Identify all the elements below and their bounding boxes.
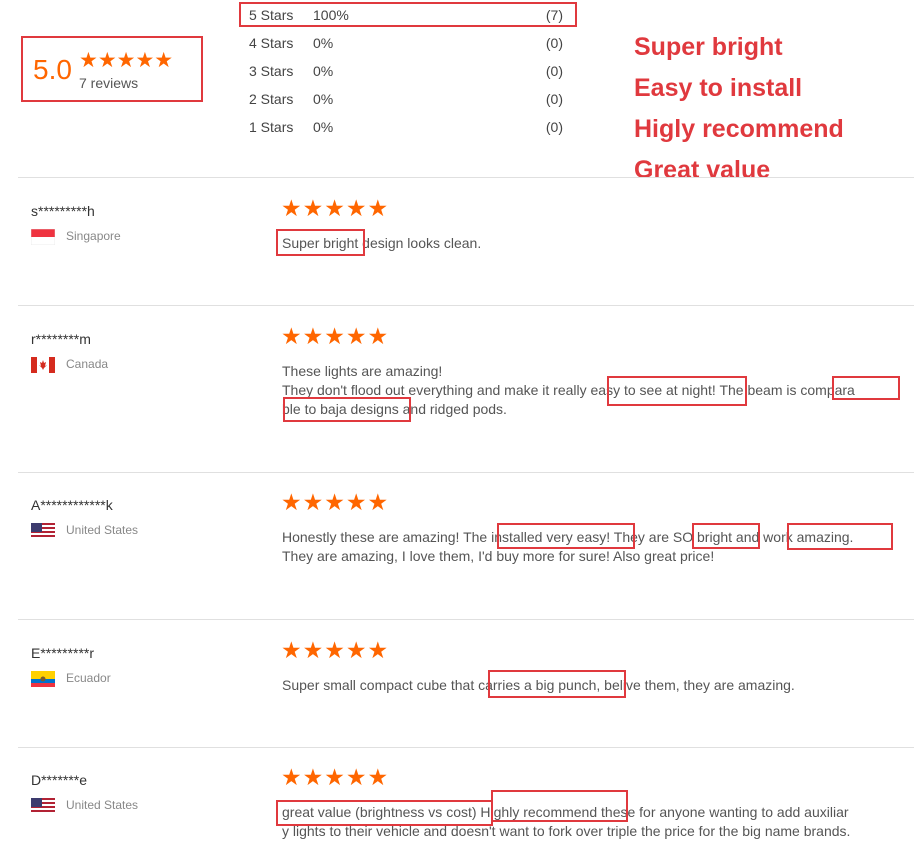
- rating-row-label: 4 Stars: [249, 35, 294, 51]
- annotation-box: [239, 2, 577, 27]
- divider: [18, 177, 914, 178]
- ecuador-flag-icon: [31, 671, 55, 687]
- reviewer-name: E*********r: [31, 645, 95, 661]
- country-name: United States: [66, 798, 139, 812]
- reviewer-name: A************k: [31, 497, 113, 513]
- rating-row-percent: 0%: [313, 91, 334, 107]
- reviews-count: 7 reviews: [79, 75, 139, 91]
- reviewer-name: s*********h: [31, 203, 95, 219]
- rating-row-count: (0): [545, 35, 563, 51]
- rating-row-percent: 0%: [313, 63, 334, 79]
- review-text-line: These lights are amazing!: [282, 363, 443, 379]
- divider: [18, 305, 914, 306]
- divider: [18, 619, 914, 620]
- rating-row-count: (0): [545, 63, 563, 79]
- review-text-line: great value (brightness vs cost) Highly …: [282, 804, 849, 820]
- average-score: 5.0: [33, 54, 72, 85]
- rating-row-label: 3 Stars: [249, 63, 294, 79]
- review-text-line: They don't flood out everything and make…: [282, 382, 855, 398]
- divider: [18, 747, 914, 748]
- rating-row-count: (0): [545, 119, 563, 135]
- review-text-line: y lights to their vehicle and doesn't wa…: [282, 823, 851, 839]
- review-text-line: They are amazing, I love them, I'd buy m…: [282, 548, 715, 564]
- review-stars: ★★★★★: [281, 764, 390, 790]
- highlight-note: Great value: [634, 156, 771, 184]
- rating-row-2[interactable]: 2 Stars 0% (0): [249, 91, 579, 111]
- review-text: These lights are amazing! They don't flo…: [282, 362, 904, 419]
- country-name: Ecuador: [66, 671, 111, 685]
- reviewer-name: r********m: [31, 331, 91, 347]
- summary-stars: ★★★★★: [79, 49, 174, 72]
- review-text: Super bright design looks clean.: [282, 234, 904, 253]
- rating-row-label: 1 Stars: [249, 119, 294, 135]
- country-name: Singapore: [66, 229, 121, 243]
- review-text-line: Honestly these are amazing! The installe…: [282, 529, 854, 545]
- country-name: United States: [66, 523, 139, 537]
- rating-row-percent: 0%: [313, 35, 334, 51]
- highlight-note: Easy to install: [634, 74, 803, 102]
- review-stars: ★★★★★: [281, 323, 390, 349]
- singapore-flag-icon: [31, 229, 55, 245]
- review-text-line: Super bright design looks clean.: [282, 235, 482, 251]
- rating-row-percent: 0%: [313, 119, 334, 135]
- review-text-line: ble to baja designs and ridged pods.: [282, 401, 507, 417]
- reviewer-name: D*******e: [31, 772, 88, 788]
- usa-flag-icon: [31, 798, 55, 814]
- review-stars: ★★★★★: [281, 489, 390, 515]
- rating-row-3[interactable]: 3 Stars 0% (0): [249, 63, 579, 83]
- canada-flag-icon: [31, 357, 55, 373]
- usa-flag-icon: [31, 523, 55, 539]
- rating-row-4[interactable]: 4 Stars 0% (0): [249, 35, 579, 55]
- rating-summary: 5.0 ★★★★★ 7 reviews: [21, 36, 203, 102]
- highlight-note: Higly recommend: [634, 115, 844, 143]
- review-text: great value (brightness vs cost) Highly …: [282, 803, 904, 841]
- rating-row-1[interactable]: 1 Stars 0% (0): [249, 119, 579, 139]
- rating-row-count: (0): [545, 91, 563, 107]
- divider: [18, 472, 914, 473]
- review-stars: ★★★★★: [281, 637, 390, 663]
- highlight-note: Super bright: [634, 33, 783, 61]
- review-text: Super small compact cube that carries a …: [282, 676, 904, 695]
- review-text-line: Super small compact cube that carries a …: [282, 677, 795, 693]
- review-text: Honestly these are amazing! The installe…: [282, 528, 904, 566]
- country-name: Canada: [66, 357, 109, 371]
- review-stars: ★★★★★: [281, 195, 390, 221]
- rating-row-label: 2 Stars: [249, 91, 294, 107]
